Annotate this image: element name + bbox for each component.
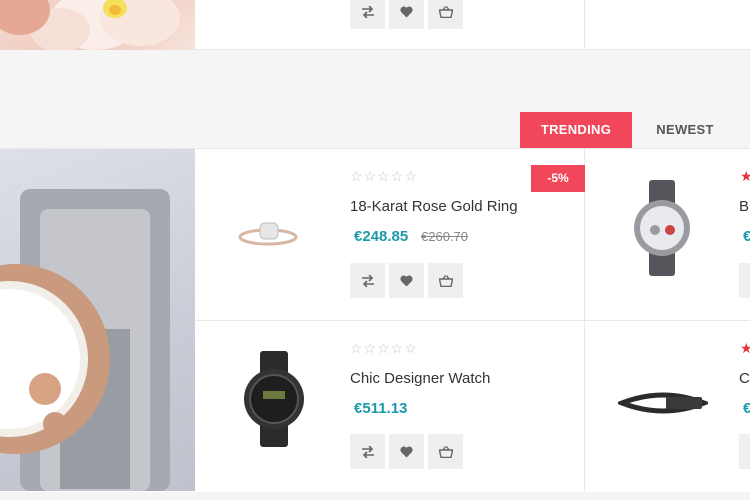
- product-name[interactable]: Chic Designer Watch: [350, 370, 490, 387]
- compare-button[interactable]: [350, 0, 385, 29]
- compare-icon: [361, 445, 374, 458]
- product-price: €511.13: [354, 400, 408, 417]
- section-divider: [0, 492, 750, 500]
- rating-star: ★: [740, 168, 750, 184]
- watch-banner-image[interactable]: [0, 149, 195, 491]
- basket-icon: [438, 274, 453, 287]
- add-to-cart-button[interactable]: [428, 0, 463, 29]
- rating-stars: ☆☆☆☆☆: [350, 340, 418, 356]
- flower-banner-image[interactable]: [0, 0, 195, 50]
- compare-button[interactable]: [739, 263, 750, 298]
- product-name[interactable]: Br: [739, 198, 750, 215]
- product-name[interactable]: Cu: [739, 370, 750, 387]
- bracelet-image[interactable]: [618, 389, 708, 417]
- tab-newest[interactable]: NEWEST: [640, 112, 730, 148]
- product-price: €: [743, 400, 750, 417]
- product-card[interactable]: ☆☆☆☆☆ -5% 18-Karat Rose Gold Ring €248.8…: [195, 149, 585, 321]
- compare-button[interactable]: [739, 434, 750, 469]
- product-card[interactable]: ☆☆☆☆☆ Chic Designer Watch €511.13: [195, 321, 585, 492]
- rating-star: ★: [740, 340, 750, 356]
- add-to-cart-button[interactable]: [428, 434, 463, 469]
- wishlist-button[interactable]: [389, 0, 424, 29]
- discount-badge: -5%: [531, 165, 585, 192]
- watch-image[interactable]: [241, 351, 307, 447]
- basket-icon: [438, 445, 453, 458]
- wishlist-button[interactable]: [389, 434, 424, 469]
- ring-image[interactable]: [237, 221, 299, 247]
- heart-icon: [400, 6, 413, 18]
- heart-icon: [400, 446, 413, 457]
- old-price: €260.70: [421, 229, 468, 244]
- product-card-partial[interactable]: ★ Br €: [585, 149, 750, 321]
- wishlist-button[interactable]: [389, 263, 424, 298]
- compare-button[interactable]: [350, 434, 385, 469]
- product-price: €248.85: [354, 228, 409, 245]
- compare-icon: [361, 274, 374, 287]
- product-price: €: [743, 228, 750, 245]
- product-card-partial: [195, 0, 585, 50]
- add-to-cart-button[interactable]: [428, 263, 463, 298]
- product-card-partial[interactable]: ★ Cu €: [585, 321, 750, 492]
- rating-stars: ☆☆☆☆☆: [350, 168, 418, 184]
- tab-trending[interactable]: TRENDING: [520, 112, 632, 148]
- product-card-partial-right: [585, 0, 750, 50]
- compare-icon: [361, 5, 374, 18]
- basket-icon: [438, 5, 453, 18]
- product-name[interactable]: 18-Karat Rose Gold Ring: [350, 198, 518, 215]
- heart-icon: [400, 275, 413, 286]
- watch-image[interactable]: [630, 180, 694, 276]
- compare-button[interactable]: [350, 263, 385, 298]
